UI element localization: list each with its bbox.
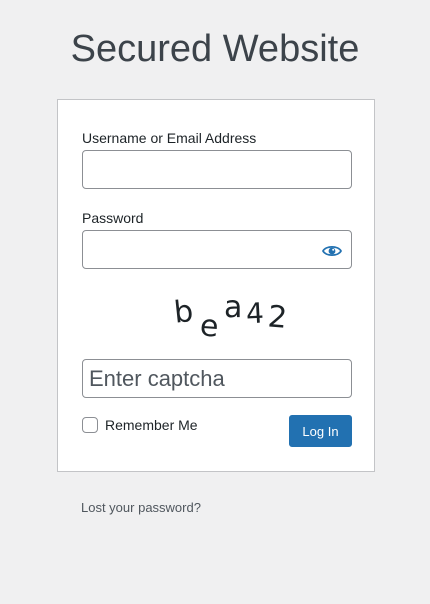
remember-me-label[interactable]: Remember Me [105, 416, 198, 434]
captcha-char: e [199, 308, 220, 344]
captcha-char: 2 [266, 299, 288, 336]
login-button[interactable]: Log In [289, 415, 352, 447]
password-label: Password [82, 210, 144, 226]
site-title: Secured Website [70, 28, 360, 70]
show-password-button[interactable] [320, 239, 344, 263]
username-input[interactable] [82, 150, 352, 189]
eye-icon [322, 245, 342, 257]
username-label: Username or Email Address [82, 130, 257, 146]
captcha-image: b e a 4 2 [172, 290, 288, 344]
remember-me-checkbox[interactable] [82, 417, 98, 433]
password-input[interactable] [82, 230, 352, 269]
captcha-char: a [224, 290, 242, 325]
captcha-char: 4 [245, 297, 265, 331]
captcha-char: b [172, 294, 195, 331]
lost-password-link[interactable]: Lost your password? [81, 499, 201, 517]
captcha-input[interactable] [82, 359, 352, 398]
login-form: Username or Email Address Password b e a… [57, 99, 375, 472]
remember-me: Remember Me [82, 416, 198, 434]
